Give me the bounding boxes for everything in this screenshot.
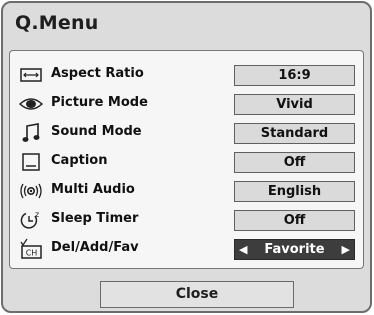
menu-item-label: Sound Mode — [51, 124, 142, 139]
close-button[interactable]: Close — [100, 281, 294, 308]
channel-icon: CH — [19, 238, 43, 260]
menu-item-sleep-timer[interactable]: z Sleep Timer Off — [10, 209, 363, 232]
eye-icon — [19, 93, 43, 115]
arrow-left-icon[interactable]: ◀ — [239, 240, 247, 259]
del-add-fav-value-text: Favorite — [264, 242, 325, 257]
menu-item-aspect-ratio[interactable]: Aspect Ratio 16:9 — [10, 64, 363, 87]
sound-mode-value[interactable]: Standard — [234, 123, 355, 144]
menu-item-multi-audio[interactable]: Multi Audio English — [10, 180, 363, 203]
menu-item-label: Sleep Timer — [51, 211, 139, 226]
caption-icon — [19, 151, 43, 173]
audio-icon — [19, 180, 43, 202]
menu-item-label: Aspect Ratio — [51, 66, 144, 81]
music-note-icon — [19, 122, 43, 144]
arrow-right-icon[interactable]: ▶ — [342, 240, 350, 259]
sleep-timer-icon: z — [19, 209, 43, 231]
q-menu-dialog: Q.Menu Aspect Ratio 16:9 Picture Mode Vi… — [1, 1, 372, 313]
channel-icon-text: CH — [26, 249, 38, 258]
caption-value[interactable]: Off — [234, 152, 355, 173]
menu-item-label: Caption — [51, 153, 108, 168]
menu-item-label: Picture Mode — [51, 95, 148, 110]
del-add-fav-value[interactable]: ◀ Favorite ▶ — [234, 239, 355, 260]
menu-item-caption[interactable]: Caption Off — [10, 151, 363, 174]
sleep-icon-z: z — [35, 210, 39, 219]
menu-item-label: Del/Add/Fav — [51, 240, 139, 255]
aspect-ratio-value[interactable]: 16:9 — [234, 65, 355, 86]
menu-item-del-add-fav[interactable]: CH Del/Add/Fav ◀ Favorite ▶ — [10, 238, 363, 261]
menu-title: Q.Menu — [15, 12, 99, 34]
aspect-ratio-icon — [19, 64, 43, 86]
menu-item-label: Multi Audio — [51, 182, 135, 197]
menu-item-picture-mode[interactable]: Picture Mode Vivid — [10, 93, 363, 116]
menu-item-sound-mode[interactable]: Sound Mode Standard — [10, 122, 363, 145]
picture-mode-value[interactable]: Vivid — [234, 94, 355, 115]
multi-audio-value[interactable]: English — [234, 181, 355, 202]
sleep-timer-value[interactable]: Off — [234, 210, 355, 231]
menu-panel: Aspect Ratio 16:9 Picture Mode Vivid Sou… — [9, 50, 364, 269]
